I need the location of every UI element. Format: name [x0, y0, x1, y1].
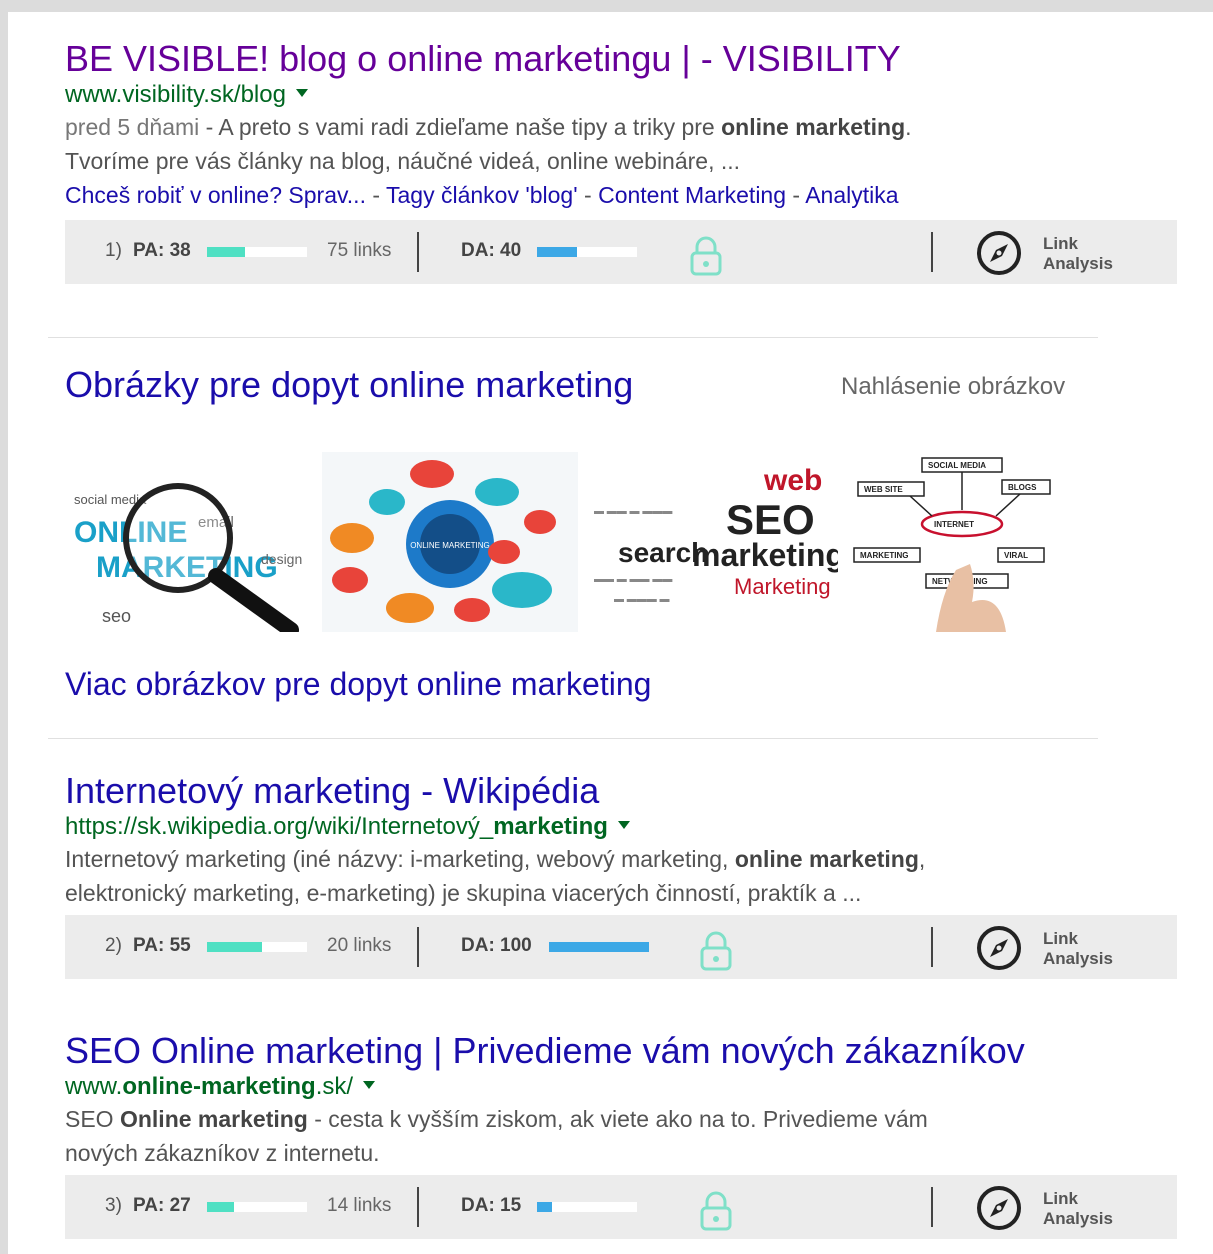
result-1-title[interactable]: BE VISIBLE! blog o online marketingu | -… [65, 40, 1065, 78]
separator [931, 232, 933, 272]
result-2-snippet: Internetový marketing (iné názvy: i-mark… [65, 846, 926, 906]
sitelink[interactable]: Content Marketing [598, 182, 786, 208]
page-authority: PA: 27 [133, 1195, 191, 1216]
links-count[interactable]: 75 links [327, 240, 391, 262]
svg-text:SEO: SEO [726, 496, 815, 543]
svg-text:MARKETING: MARKETING [860, 551, 908, 560]
page-authority: PA: 38 [133, 240, 191, 261]
images-heading[interactable]: Obrázky pre dopyt online marketing [65, 364, 633, 406]
image-thumbnail-4[interactable]: SOCIAL MEDIA WEB SITE BLOGS INTERNET MAR… [850, 452, 1060, 632]
compass-icon[interactable] [975, 229, 1023, 283]
result-1-url[interactable]: www.visibility.sk/blog [65, 80, 1065, 110]
result-2-url[interactable]: https://sk.wikipedia.org/wiki/Internetov… [65, 812, 1065, 842]
page-authority: PA: 55 [133, 935, 191, 956]
compass-icon[interactable] [975, 924, 1023, 978]
dropdown-caret-icon[interactable] [363, 1080, 376, 1089]
sitelink[interactable]: Analytika [805, 182, 898, 208]
svg-text:marketing: marketing [692, 537, 838, 573]
separator [931, 1187, 933, 1227]
result-rank: 1) [105, 240, 122, 261]
da-progress-bar [537, 1202, 637, 1212]
link-analysis-button[interactable]: Link Analysis [1043, 929, 1113, 969]
separator [417, 232, 419, 272]
search-result-3: SEO Online marketing | Privedieme vám no… [65, 1032, 1065, 1170]
pa-bar-fill [207, 1202, 234, 1212]
link-analysis-button[interactable]: Link Analysis [1043, 234, 1113, 274]
separator [417, 1187, 419, 1227]
pa-progress-bar [207, 1202, 307, 1212]
lock-icon[interactable] [699, 1191, 733, 1237]
pa-progress-bar [207, 247, 307, 257]
domain-authority: DA: 15 [461, 1195, 522, 1216]
da-bar-fill [549, 942, 649, 952]
domain-authority: DA: 40 [461, 240, 522, 261]
lock-icon[interactable] [699, 931, 733, 977]
svg-text:▬ ▬▬ ▬ ▬▬▬: ▬ ▬▬ ▬ ▬▬▬ [594, 506, 672, 517]
search-results-page: BE VISIBLE! blog o online marketingu | -… [8, 12, 1213, 1254]
result-3-title[interactable]: SEO Online marketing | Privedieme vám no… [65, 1032, 1065, 1070]
da-bar-fill [537, 247, 577, 257]
image-thumbnail-3[interactable]: ▬ ▬▬ ▬ ▬▬▬ ▬▬ ▬ ▬▬ ▬▬ ▬ ▬▬▬ ▬ web SEO se… [584, 452, 838, 632]
da-progress-bar [537, 247, 637, 257]
search-result-2: Internetový marketing - Wikipédia https:… [65, 772, 1065, 910]
link-analysis-button[interactable]: Link Analysis [1043, 1189, 1113, 1229]
lock-icon[interactable] [689, 236, 723, 282]
result-rank: 3) [105, 1195, 122, 1216]
image-thumbnail-1[interactable]: social media ONLINE MARKETING design ema… [66, 452, 316, 632]
links-count[interactable]: 20 links [327, 935, 391, 957]
svg-text:web: web [763, 464, 822, 497]
moz-bar-3: 3) PA: 27 14 links DA: 15 Link Analysis [65, 1175, 1177, 1239]
svg-text:▬▬ ▬ ▬▬ ▬▬: ▬▬ ▬ ▬▬ ▬▬ [594, 574, 672, 585]
svg-text:VIRAL: VIRAL [1004, 551, 1028, 560]
divider [48, 738, 1098, 739]
more-images-link[interactable]: Viac obrázkov pre dopyt online marketing [65, 666, 651, 703]
svg-text:BLOGS: BLOGS [1008, 483, 1037, 492]
dropdown-caret-icon[interactable] [617, 820, 630, 829]
compass-icon[interactable] [975, 1184, 1023, 1238]
sitelink[interactable]: Chceš robiť v online? Sprav... [65, 182, 366, 208]
divider [48, 337, 1098, 338]
svg-text:seo: seo [102, 606, 131, 626]
result-3-url[interactable]: www.online-marketing.sk/ [65, 1072, 1065, 1102]
moz-bar-1: 1) PA: 38 75 links DA: 40 Link Analysis [65, 220, 1177, 284]
image-thumbnail-2[interactable]: ONLINE MARKETING [322, 452, 578, 632]
svg-text:design: design [261, 551, 302, 567]
svg-text:ONLINE MARKETING: ONLINE MARKETING [410, 541, 490, 550]
result-1-snippet: pred 5 dňami - A preto s vami radi zdieľ… [65, 114, 912, 174]
dropdown-caret-icon[interactable] [295, 88, 308, 97]
moz-bar-2: 2) PA: 55 20 links DA: 100 Link Analysis [65, 915, 1177, 979]
pa-progress-bar [207, 942, 307, 952]
svg-text:INTERNET: INTERNET [934, 520, 974, 529]
sitelink[interactable]: Tagy článkov 'blog' [386, 182, 578, 208]
result-3-snippet: SEO Online marketing - cesta k vyšším zi… [65, 1106, 928, 1166]
result-rank: 2) [105, 935, 122, 956]
result-2-title[interactable]: Internetový marketing - Wikipédia [65, 772, 1065, 810]
svg-text:SOCIAL MEDIA: SOCIAL MEDIA [928, 461, 986, 470]
svg-text:▬ ▬▬▬ ▬: ▬ ▬▬▬ ▬ [614, 594, 670, 605]
pa-bar-fill [207, 247, 245, 257]
report-images-link[interactable]: Nahlásenie obrázkov [841, 373, 1065, 401]
separator [417, 927, 419, 967]
domain-authority: DA: 100 [461, 935, 532, 956]
svg-text:Marketing: Marketing [734, 574, 831, 599]
links-count[interactable]: 14 links [327, 1195, 391, 1217]
svg-text:WEB SITE: WEB SITE [864, 485, 903, 494]
search-result-1: BE VISIBLE! blog o online marketingu | -… [65, 40, 1065, 212]
pa-bar-fill [207, 942, 262, 952]
da-progress-bar [549, 942, 649, 952]
result-1-sitelinks: Chceš robiť v online? Sprav... - Tagy čl… [65, 182, 899, 208]
da-bar-fill [537, 1202, 552, 1212]
separator [931, 927, 933, 967]
